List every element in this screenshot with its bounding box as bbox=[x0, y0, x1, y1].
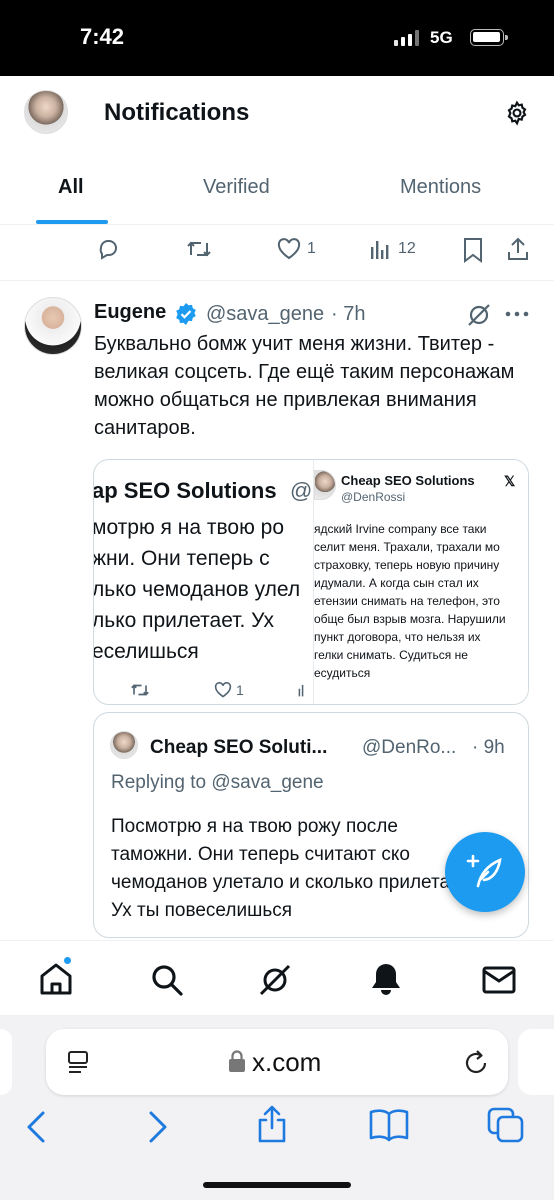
next-tab-peek bbox=[518, 1029, 554, 1095]
image-views-icon bbox=[298, 684, 304, 697]
tweet-text: Буквально бомж учит меня жизни. Твитер -… bbox=[94, 333, 515, 439]
reload-icon[interactable] bbox=[464, 1048, 490, 1076]
compose-icon bbox=[466, 854, 502, 888]
signal-icon bbox=[394, 30, 420, 46]
tab-verified[interactable]: Verified bbox=[203, 176, 270, 199]
tweet-divider bbox=[0, 280, 554, 281]
forward-icon[interactable] bbox=[146, 1110, 170, 1144]
author-name[interactable]: Eugene bbox=[94, 301, 166, 324]
verified-badge-icon bbox=[176, 303, 196, 325]
status-bar: 7:42 5G bbox=[0, 0, 554, 76]
page-title: Notifications bbox=[104, 99, 250, 126]
like-button[interactable]: 1 bbox=[277, 238, 316, 260]
image-left-panel: ap SEO Solutions @ мотрю я на твою ро жн… bbox=[93, 460, 314, 704]
bottom-nav bbox=[0, 940, 554, 1015]
image-left-line: еселишься bbox=[93, 640, 199, 663]
views-button[interactable]: 12 bbox=[370, 238, 416, 260]
network-label: 5G bbox=[430, 28, 453, 47]
quoted-author-name: Cheap SEO Soluti... bbox=[150, 737, 328, 758]
status-time: 7:42 bbox=[80, 24, 125, 49]
profile-avatar[interactable] bbox=[24, 90, 68, 134]
quoted-tweet-time: · 9h bbox=[472, 737, 505, 758]
image-left-handle: @ bbox=[290, 478, 313, 503]
image-right-line: обще был взрыв мозга. Нарушили bbox=[314, 612, 506, 626]
image-right-avatar bbox=[314, 470, 336, 500]
bell-icon[interactable] bbox=[369, 961, 403, 997]
lock-icon bbox=[229, 1050, 245, 1072]
tabs-icon[interactable] bbox=[486, 1106, 526, 1144]
share-icon[interactable] bbox=[506, 236, 530, 262]
share-sheet-icon[interactable] bbox=[256, 1104, 288, 1144]
image-right-panel: Cheap SEO Solutions @DenRossi 𝕏 ядский I… bbox=[313, 460, 528, 704]
image-left-line: лько чемоданов улел bbox=[93, 578, 301, 601]
home-indicator bbox=[203, 1182, 351, 1188]
image-right-name: Cheap SEO Solutions bbox=[341, 473, 475, 488]
quoted-author-handle: @DenRo... bbox=[362, 737, 457, 758]
battery-icon bbox=[470, 29, 508, 46]
grok-icon[interactable] bbox=[466, 302, 492, 328]
views-count: 12 bbox=[398, 240, 416, 257]
address-bar[interactable]: x.com bbox=[46, 1029, 508, 1095]
image-right-line: етензии снимать на телефон, это bbox=[314, 594, 500, 608]
home-notification-dot bbox=[62, 955, 73, 966]
mail-icon[interactable] bbox=[482, 965, 516, 995]
retweet-button[interactable] bbox=[186, 237, 212, 261]
retweet-icon bbox=[187, 241, 211, 257]
image-right-handle: @DenRossi bbox=[341, 490, 406, 504]
bookmarks-icon[interactable] bbox=[368, 1108, 410, 1142]
more-icon[interactable] bbox=[504, 310, 530, 318]
search-icon[interactable] bbox=[150, 963, 184, 997]
image-right-line: есудиться bbox=[314, 666, 371, 680]
like-icon bbox=[277, 238, 301, 260]
tweet-image[interactable]: ap SEO Solutions @ мотрю я на твою ро жн… bbox=[93, 459, 529, 705]
prev-tab-peek bbox=[0, 1029, 12, 1095]
image-left-line: мотрю я на твою ро bbox=[93, 516, 285, 539]
grok-nav-icon[interactable] bbox=[258, 963, 292, 997]
replying-to-handle: @sava_gene bbox=[211, 772, 324, 793]
image-like-icon bbox=[214, 682, 232, 698]
image-right-line: гелки снимать. Судиться не bbox=[314, 648, 468, 662]
image-left-title: ap SEO Solutions bbox=[93, 478, 277, 503]
image-right-line: идумали. А когда сын стал их bbox=[314, 576, 479, 590]
image-right-line: страховку, теперь новую причину bbox=[314, 558, 500, 572]
home-icon[interactable] bbox=[38, 961, 74, 997]
views-icon bbox=[371, 241, 389, 259]
compose-button[interactable] bbox=[445, 832, 525, 912]
url-text: x.com bbox=[252, 1047, 322, 1077]
reader-icon[interactable] bbox=[66, 1050, 92, 1074]
image-left-line: лько прилетает. Ух bbox=[93, 609, 275, 632]
x-logo-icon: 𝕏 bbox=[504, 473, 516, 489]
tweet-time: · 7h bbox=[331, 303, 366, 325]
like-count: 1 bbox=[307, 240, 316, 257]
quoted-tweet-text: Посмотрю я на твою рожу после таможни. О… bbox=[111, 816, 472, 921]
image-like-count: 1 bbox=[236, 682, 244, 698]
replying-to-prefix: Replying to bbox=[111, 772, 207, 793]
bookmark-icon[interactable] bbox=[462, 237, 484, 263]
author-avatar[interactable] bbox=[24, 297, 82, 355]
image-right-line: пункт договора, что нельзя их bbox=[314, 630, 481, 644]
tab-mentions[interactable]: Mentions bbox=[400, 176, 481, 199]
replying-to: Replying to @sava_gene bbox=[111, 772, 324, 794]
tabs-divider bbox=[0, 224, 554, 225]
gear-icon[interactable] bbox=[504, 100, 530, 126]
image-left-line: жни. Они теперь с bbox=[93, 547, 270, 570]
tab-all[interactable]: All bbox=[58, 176, 84, 199]
image-right-line: селит меня. Трахали, трахали мо bbox=[314, 540, 500, 554]
image-right-line: ядский Irvine company все таки bbox=[314, 522, 487, 536]
author-handle[interactable]: @sava_gene bbox=[206, 303, 324, 326]
back-icon[interactable] bbox=[24, 1110, 48, 1144]
reply-button[interactable] bbox=[96, 237, 120, 261]
quoted-avatar bbox=[110, 731, 138, 759]
image-retweet-icon bbox=[131, 684, 149, 696]
reply-icon bbox=[99, 240, 117, 260]
